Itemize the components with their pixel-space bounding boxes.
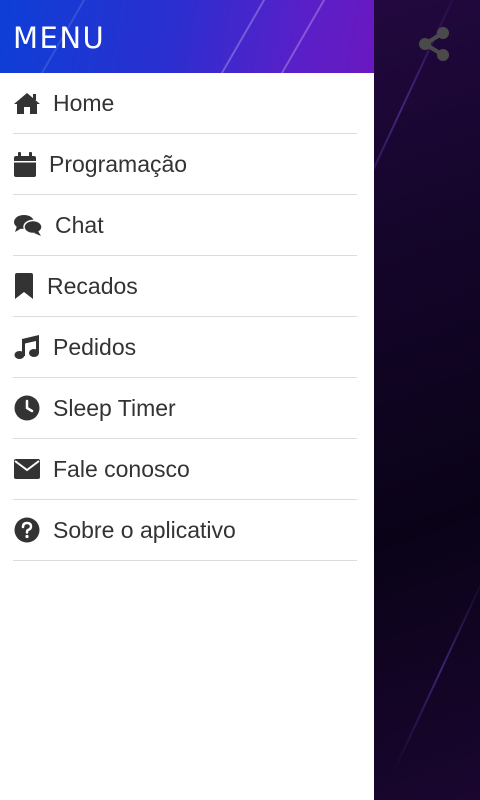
menu-item-sobre[interactable]: Sobre o aplicativo	[13, 500, 357, 561]
menu-item-sleep-timer[interactable]: Sleep Timer	[13, 378, 357, 439]
bookmark-icon	[13, 272, 35, 300]
menu-item-pedidos[interactable]: Pedidos	[13, 317, 357, 378]
menu-item-programacao[interactable]: Programação	[13, 134, 357, 195]
music-note-icon	[13, 333, 41, 361]
chat-icon	[13, 211, 43, 239]
menu-item-chat[interactable]: Chat	[13, 195, 357, 256]
menu-label-pedidos: Pedidos	[53, 333, 137, 360]
calendar-icon	[13, 150, 37, 178]
menu-label-chat: Chat	[55, 211, 104, 238]
menu-label-programacao: Programação	[49, 150, 188, 177]
menu-item-fale-conosco[interactable]: Fale conosco	[13, 439, 357, 500]
menu-list: Home Programação Chat Recados Pedidos Sl…	[0, 73, 374, 561]
drawer-title: MENU	[13, 21, 106, 55]
background-streak	[393, 569, 480, 771]
home-icon	[13, 89, 41, 117]
menu-label-fale-conosco: Fale conosco	[53, 455, 190, 482]
menu-item-home[interactable]: Home	[13, 73, 357, 134]
menu-label-sleep-timer: Sleep Timer	[53, 394, 176, 421]
drawer-header: MENU	[0, 0, 374, 73]
app-screen: MENU Home Programação Chat Recados Pedid…	[0, 0, 480, 800]
menu-item-recados[interactable]: Recados	[13, 256, 357, 317]
menu-label-recados: Recados	[47, 272, 138, 299]
clock-icon	[13, 394, 41, 422]
question-icon	[13, 516, 41, 544]
navigation-drawer: MENU Home Programação Chat Recados Pedid…	[0, 0, 374, 800]
envelope-icon	[13, 455, 41, 483]
share-button[interactable]	[414, 26, 454, 66]
menu-label-sobre: Sobre o aplicativo	[53, 516, 236, 543]
share-icon	[417, 26, 451, 67]
menu-label-home: Home	[53, 89, 115, 116]
